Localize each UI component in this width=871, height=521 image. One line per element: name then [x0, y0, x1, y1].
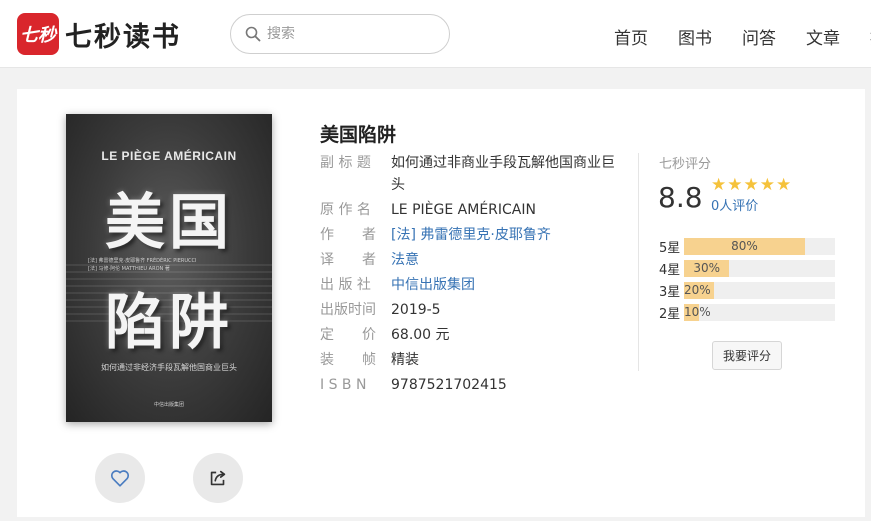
logo-mark: 七秒: [17, 13, 59, 55]
rating-bar-track: 10%: [684, 303, 835, 321]
rating-bar-star: 2星: [659, 306, 681, 322]
rating-bar-row: 4星 30%: [659, 259, 835, 278]
info-label: 副 标 题: [320, 155, 371, 171]
site-logo[interactable]: 七秒 七秒读书: [17, 13, 181, 55]
rating-bar-percent: 30%: [693, 260, 720, 275]
rating-bar-track: 30%: [684, 259, 835, 277]
top-header: 七秒 七秒读书 首页 图书 问答 文章 控: [0, 0, 871, 68]
book-detail-card: LE PIÈGE AMÉRICAIN 美国 [法] 弗雷德里克·皮耶鲁齐 FRÉ…: [17, 89, 865, 517]
rating-bar-row: 2星 10%: [659, 303, 835, 322]
info-value: 9787521702415: [391, 377, 507, 393]
nav-home[interactable]: 首页: [614, 24, 648, 49]
star-icon: ★: [711, 175, 727, 195]
heart-icon: [110, 470, 130, 487]
info-label: 出 版 社: [320, 277, 371, 293]
book-cover: LE PIÈGE AMÉRICAIN 美国 [法] 弗雷德里克·皮耶鲁齐 FRÉ…: [66, 114, 272, 422]
book-info: 副 标 题 如何通过非商业手段瓦解他国商业巨头 原 作 名 LE PIÈGE A…: [320, 152, 628, 399]
info-row-author: 作 者 [法] 弗雷德里克·皮耶鲁齐: [320, 224, 628, 246]
star-icon: ★: [727, 175, 743, 195]
share-button[interactable]: [193, 453, 243, 503]
search-box[interactable]: [230, 14, 450, 54]
nav-qa[interactable]: 问答: [742, 24, 776, 49]
info-row-binding: 装 帧 精装: [320, 349, 628, 371]
info-value: 2019-5: [391, 302, 441, 318]
info-value: 68.00 元: [391, 327, 450, 343]
rating-score: 8.8: [658, 181, 703, 214]
rate-button[interactable]: 我要评分: [712, 341, 782, 370]
info-row-isbn: I S B N 9787521702415: [320, 374, 628, 396]
like-button[interactable]: [95, 453, 145, 503]
nav-articles[interactable]: 文章: [806, 24, 840, 49]
rating-bar-row: 5星 80%: [659, 237, 835, 256]
rating-bar-row: 3星 20%: [659, 281, 835, 300]
nav-books[interactable]: 图书: [678, 24, 712, 49]
cover-authors: [法] 弗雷德里克·皮耶鲁齐 FRÉDÉRIC PIERUCCI [法] 马修·…: [88, 258, 197, 272]
main-nav: 首页 图书 问答 文章 控: [614, 24, 871, 49]
publisher-link[interactable]: 中信出版集团: [391, 274, 628, 296]
star-icon: ★: [743, 175, 759, 195]
logo-text: 七秒读书: [65, 21, 181, 53]
search-icon: [245, 26, 261, 42]
rating-bar-percent: 80%: [731, 238, 758, 253]
info-label: 原 作 名: [320, 202, 371, 218]
translator-link[interactable]: 法意: [391, 249, 628, 271]
info-label: 装 帧: [320, 352, 376, 368]
cover-title-zh-2: 陷阱: [105, 288, 233, 358]
info-row-original-title: 原 作 名 LE PIÈGE AMÉRICAIN: [320, 199, 628, 221]
rating-bar-percent: 20%: [684, 282, 711, 297]
info-label: 定 价: [320, 327, 376, 343]
info-row-pubdate: 出版时间 2019-5: [320, 299, 628, 321]
rating-label: 七秒评分: [659, 157, 712, 172]
book-title: 美国陷阱: [320, 124, 397, 146]
cover-publisher: 中信出版集团: [153, 402, 184, 408]
cover-title-zh-1: 美国: [105, 188, 233, 258]
rating-divider: [638, 153, 639, 371]
info-value: 精装: [391, 352, 419, 368]
info-label: 出版时间: [320, 302, 376, 318]
info-label: 译 者: [320, 252, 376, 268]
info-row-translator: 译 者 法意: [320, 249, 628, 271]
info-label: I S B N: [320, 377, 367, 393]
info-row-publisher: 出 版 社 中信出版集团: [320, 274, 628, 296]
rating-bar-track: 20%: [684, 281, 835, 299]
info-value: 如何通过非商业手段瓦解他国商业巨头: [391, 155, 615, 193]
star-icon: ★: [759, 175, 775, 195]
info-row-price: 定 价 68.00 元: [320, 324, 628, 346]
search-input[interactable]: [267, 26, 427, 42]
rating-bar-star: 4星: [659, 262, 681, 278]
cover-title-en: LE PIÈGE AMÉRICAIN: [101, 149, 237, 163]
rating-bar-percent: 10%: [684, 304, 711, 319]
cover-subtitle: 如何通过非经济手段瓦解他国商业巨头: [101, 363, 237, 372]
rating-count-link[interactable]: 0人评价: [711, 195, 758, 214]
rating-bar-star: 5星: [659, 240, 681, 256]
rating-bar-star: 3星: [659, 284, 681, 300]
author-link[interactable]: [法] 弗雷德里克·皮耶鲁齐: [391, 224, 628, 246]
share-icon: [210, 470, 226, 486]
info-row-subtitle: 副 标 题 如何通过非商业手段瓦解他国商业巨头: [320, 152, 628, 196]
info-label: 作 者: [320, 227, 376, 243]
rating-stars: ★ ★ ★ ★ ★: [711, 176, 792, 194]
rating-bar-track: 80%: [684, 237, 835, 255]
rating-distribution: 5星 80% 4星 30% 3星 20% 2星 10%: [659, 237, 835, 325]
star-icon: ★: [776, 175, 792, 195]
info-value: LE PIÈGE AMÉRICAIN: [391, 202, 536, 218]
